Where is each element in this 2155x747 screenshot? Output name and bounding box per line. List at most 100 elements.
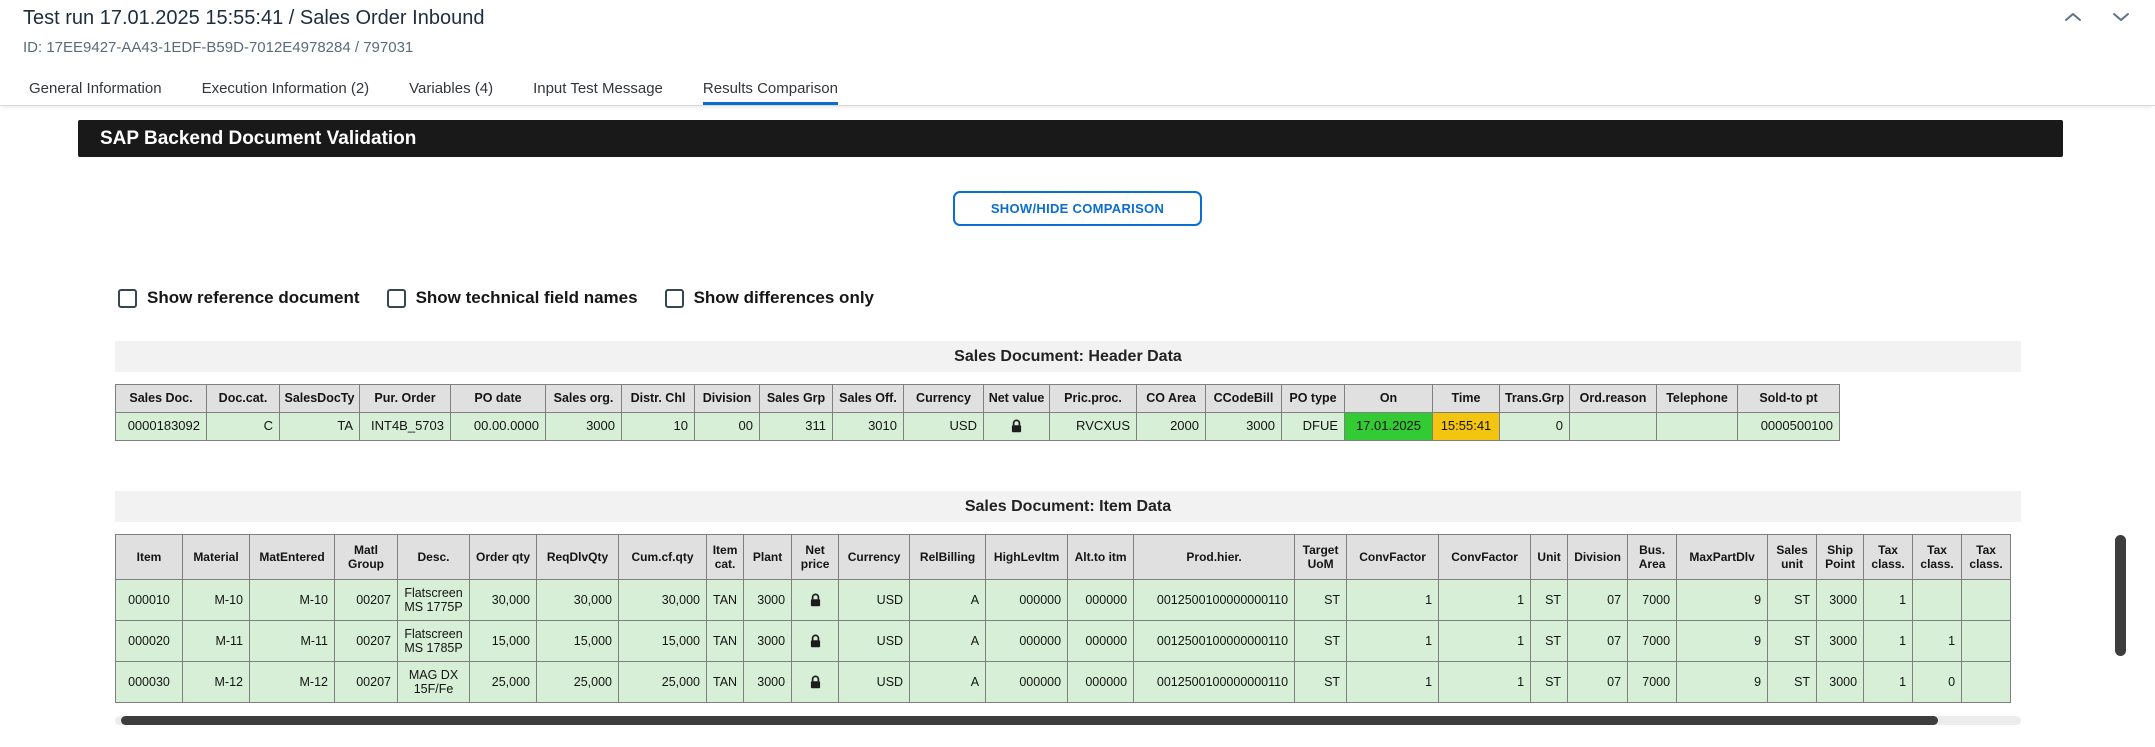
table-cell — [1962, 621, 2011, 662]
column-header: Division — [1568, 535, 1628, 580]
table-cell: ST — [1531, 621, 1568, 662]
table-cell: 000000 — [986, 580, 1068, 621]
tab-execution-information-2[interactable]: Execution Information (2) — [202, 72, 370, 105]
table-cell: 9 — [1677, 621, 1768, 662]
table-cell: 0 — [1913, 662, 1962, 703]
chevron-up-icon[interactable] — [2063, 10, 2083, 24]
header-data-table: Sales Doc.Doc.cat.SalesDocTyPur. OrderPO… — [115, 384, 1840, 441]
header-row: ItemMaterialMatEnteredMatl GroupDesc.Ord… — [116, 535, 2011, 580]
table-cell: C — [207, 413, 280, 441]
checkbox-show-reference-document[interactable]: Show reference document — [118, 288, 360, 308]
horizontal-scrollbar-thumb[interactable] — [121, 716, 1938, 725]
column-header: Sales Grp — [760, 385, 833, 413]
table-cell: INT4B_5703 — [360, 413, 451, 441]
table-cell: M-12 — [183, 662, 250, 703]
table-cell: TAN — [707, 580, 744, 621]
record-navigation — [2063, 10, 2131, 24]
table-cell: A — [910, 621, 986, 662]
column-header: Sales unit — [1768, 535, 1817, 580]
column-header: Telephone — [1657, 385, 1738, 413]
table-cell — [984, 413, 1050, 441]
table-cell: 0012500100000000110 — [1134, 662, 1295, 703]
column-header: Ord.reason — [1570, 385, 1657, 413]
column-header: Doc.cat. — [207, 385, 280, 413]
results-comparison-panel: SAP Backend Document Validation SHOW/HID… — [0, 120, 2155, 725]
column-header: Item cat. — [707, 535, 744, 580]
checkbox-box[interactable] — [665, 289, 684, 308]
checkbox-label: Show differences only — [694, 288, 874, 308]
chevron-down-icon[interactable] — [2111, 10, 2131, 24]
table-cell: 9 — [1677, 580, 1768, 621]
table-cell: USD — [839, 580, 910, 621]
tab-input-test-message[interactable]: Input Test Message — [533, 72, 663, 105]
table-cell: 2000 — [1137, 413, 1206, 441]
table-cell: 000000 — [1068, 580, 1134, 621]
column-header: Cum.cf.qty — [619, 535, 707, 580]
table-cell — [792, 662, 839, 703]
column-header: PO date — [451, 385, 546, 413]
checkbox-box[interactable] — [118, 289, 137, 308]
table-cell: 30,000 — [537, 580, 619, 621]
column-header: SalesDocTy — [280, 385, 360, 413]
item-data-table: ItemMaterialMatEnteredMatl GroupDesc.Ord… — [115, 534, 2011, 703]
table-cell: 0012500100000000110 — [1134, 621, 1295, 662]
table-cell: 07 — [1568, 621, 1628, 662]
table-cell: 1 — [1347, 580, 1439, 621]
checkbox-box[interactable] — [387, 289, 406, 308]
table-cell: DFUE — [1282, 413, 1345, 441]
table-cell: 7000 — [1628, 621, 1677, 662]
table-cell: 3000 — [744, 662, 792, 703]
checkbox-show-differences-only[interactable]: Show differences only — [665, 288, 874, 308]
horizontal-scrollbar[interactable] — [115, 716, 2021, 725]
column-header: Prod.hier. — [1134, 535, 1295, 580]
column-header: Sales Off. — [833, 385, 904, 413]
table-cell: 0 — [1500, 413, 1570, 441]
table-cell: 07 — [1568, 580, 1628, 621]
validation-title: SAP Backend Document Validation — [100, 128, 416, 150]
column-header: Bus. Area — [1628, 535, 1677, 580]
table-cell: MAG DX 15F/Fe — [398, 662, 470, 703]
header-row: Sales Doc.Doc.cat.SalesDocTyPur. OrderPO… — [116, 385, 1840, 413]
table-cell: 0012500100000000110 — [1134, 580, 1295, 621]
table-cell: Flatscreen MS 1785P — [398, 621, 470, 662]
table-cell: 1 — [1864, 621, 1913, 662]
table-cell: M-10 — [250, 580, 335, 621]
column-header: Pric.proc. — [1050, 385, 1137, 413]
checkbox-show-technical-field-names[interactable]: Show technical field names — [387, 288, 638, 308]
tab-general-information[interactable]: General Information — [29, 72, 162, 105]
table-cell: 10 — [622, 413, 695, 441]
column-header: Tax class. — [1864, 535, 1913, 580]
table-cell: 1 — [1439, 621, 1531, 662]
table-cell: 3010 — [833, 413, 904, 441]
table-cell: 17.01.2025 — [1345, 413, 1433, 441]
table-cell: 0000183092 — [116, 413, 207, 441]
title-block: Test run 17.01.2025 15:55:41 / Sales Ord… — [23, 6, 2155, 57]
table-cell: ST — [1768, 621, 1817, 662]
table-cell: 3000 — [1817, 662, 1864, 703]
table-cell — [1657, 413, 1738, 441]
table-cell: 1 — [1864, 662, 1913, 703]
table-cell: 311 — [760, 413, 833, 441]
display-options: Show reference document Show technical fi… — [118, 288, 2155, 308]
table-cell: 00.00.0000 — [451, 413, 546, 441]
checkbox-label: Show technical field names — [416, 288, 638, 308]
vertical-scrollbar-thumb[interactable] — [2115, 535, 2126, 656]
validation-title-bar: SAP Backend Document Validation — [78, 120, 2063, 157]
column-header: Material — [183, 535, 250, 580]
table-cell: 25,000 — [537, 662, 619, 703]
column-header: Sold-to pt — [1738, 385, 1840, 413]
column-header: Currency — [839, 535, 910, 580]
show-hide-comparison-button[interactable]: SHOW/HIDE COMPARISON — [953, 191, 1202, 226]
table-cell: 3000 — [1817, 621, 1864, 662]
table-cell: M-11 — [250, 621, 335, 662]
tab-results-comparison[interactable]: Results Comparison — [703, 72, 838, 105]
table-cell: USD — [839, 662, 910, 703]
column-header: CO Area — [1137, 385, 1206, 413]
table-cell: ST — [1531, 580, 1568, 621]
table-cell: 000000 — [986, 662, 1068, 703]
table-cell: TA — [280, 413, 360, 441]
table-cell: 15,000 — [470, 621, 537, 662]
table-cell: 1 — [1864, 580, 1913, 621]
tab-variables-4[interactable]: Variables (4) — [409, 72, 493, 105]
table-cell — [792, 580, 839, 621]
